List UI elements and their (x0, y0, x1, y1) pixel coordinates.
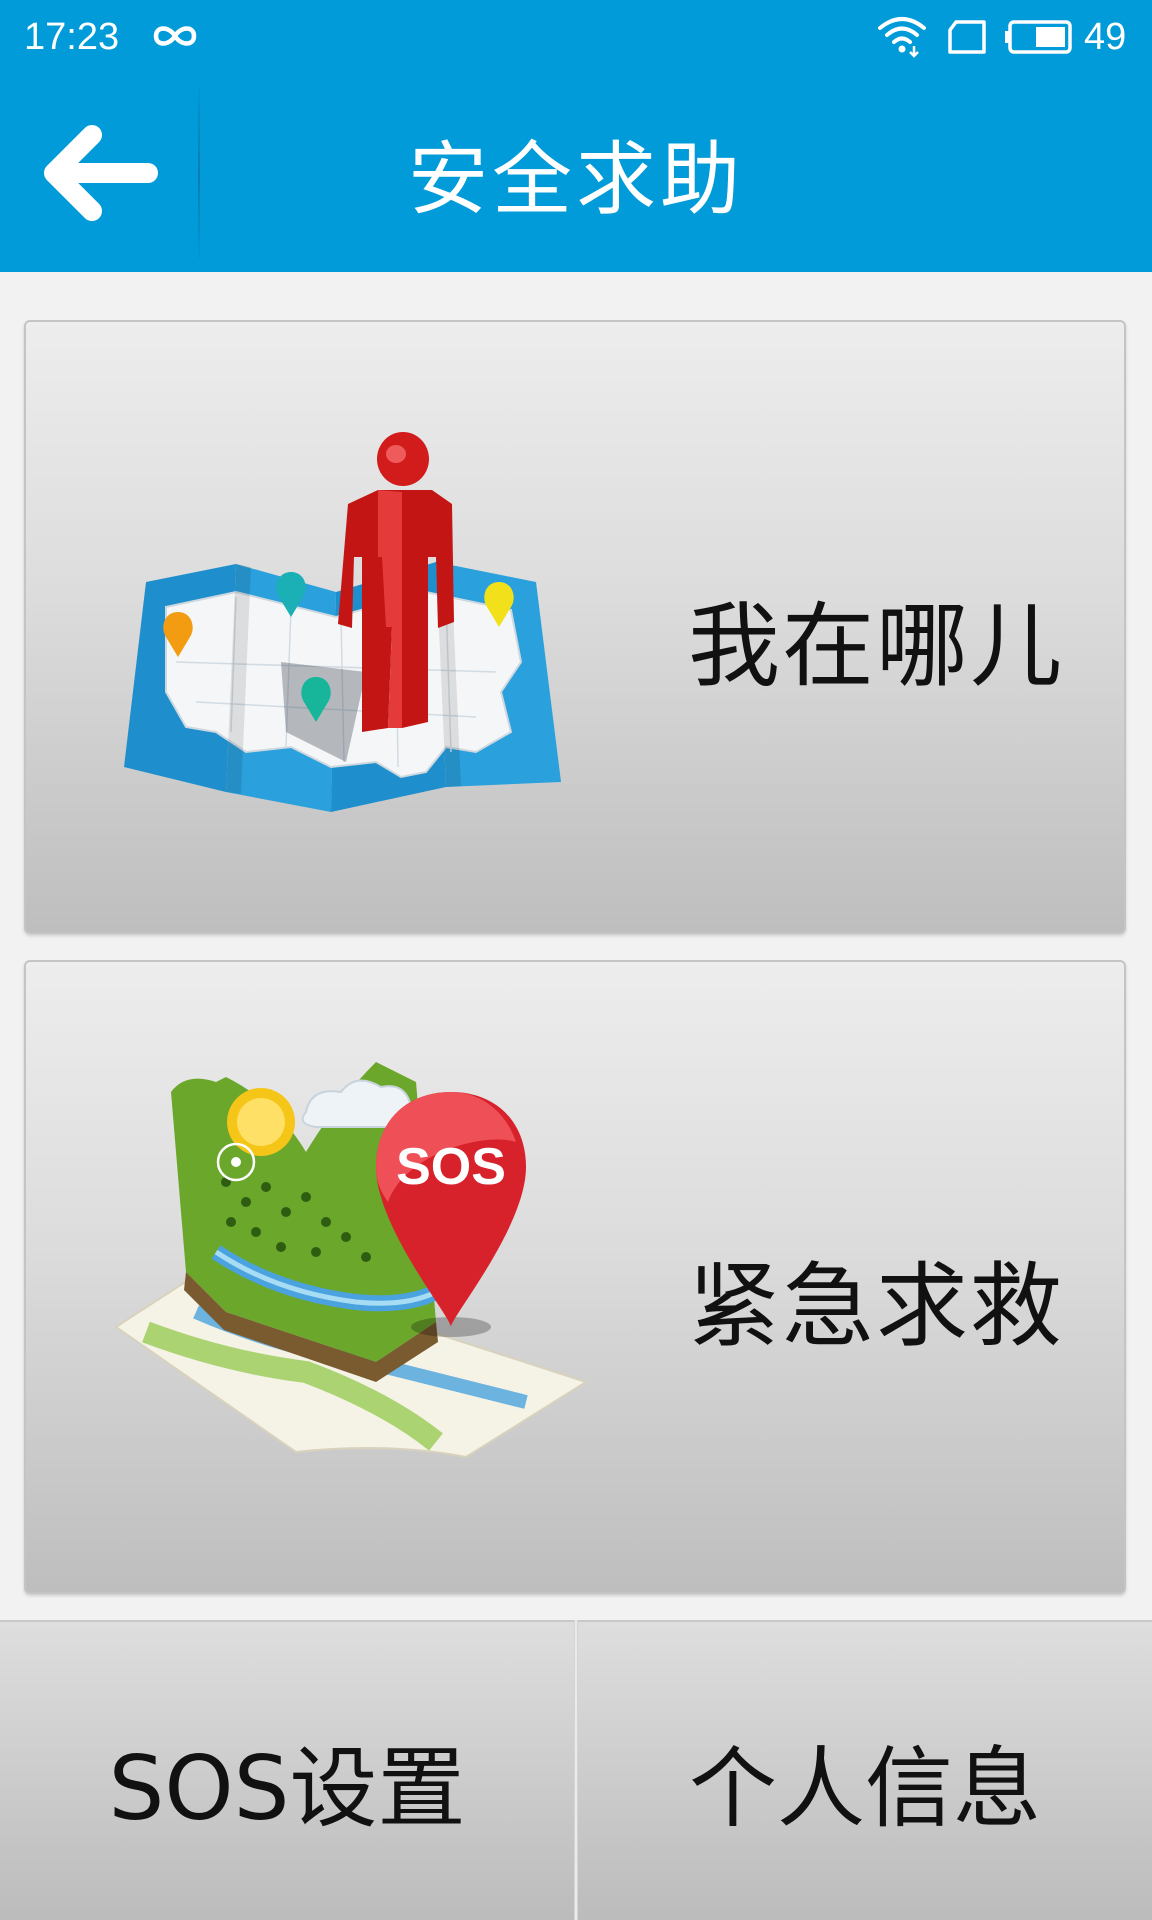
sos-settings-button[interactable]: SOS设置 (0, 1620, 574, 1920)
battery-percent: 49 (1084, 16, 1127, 58)
infinity-icon (153, 26, 197, 46)
where-am-i-button[interactable]: 我在哪儿 (24, 320, 1126, 934)
sim-card-icon (948, 20, 986, 54)
battery-icon (1005, 20, 1072, 54)
status-bar: 17:23 49 (0, 0, 1152, 74)
emergency-sos-button[interactable]: SOS 紧急求救 (24, 960, 1126, 1594)
personal-info-button[interactable]: 个人信息 (578, 1620, 1152, 1920)
personal-info-label: 个人信息 (688, 1736, 1041, 1840)
sos-settings-label: SOS设置 (108, 1736, 466, 1840)
bottom-bar: SOS设置 个人信息 (0, 1620, 1152, 1920)
map-location-person-illustration (124, 432, 561, 812)
status-time: 17:23 (24, 16, 120, 58)
sos-pin-text: SOS (396, 1138, 506, 1196)
sos-map-pin-illustration: SOS (114, 1062, 589, 1459)
emergency-sos-label: 紧急求救 (687, 1253, 1064, 1360)
page-title: 安全求助 (408, 133, 744, 226)
back-button[interactable] (0, 74, 198, 272)
arrow-left-icon (44, 125, 158, 221)
where-am-i-label: 我在哪儿 (687, 593, 1064, 700)
wifi-icon (878, 17, 926, 58)
title-bar: 安全求助 (0, 74, 1152, 272)
